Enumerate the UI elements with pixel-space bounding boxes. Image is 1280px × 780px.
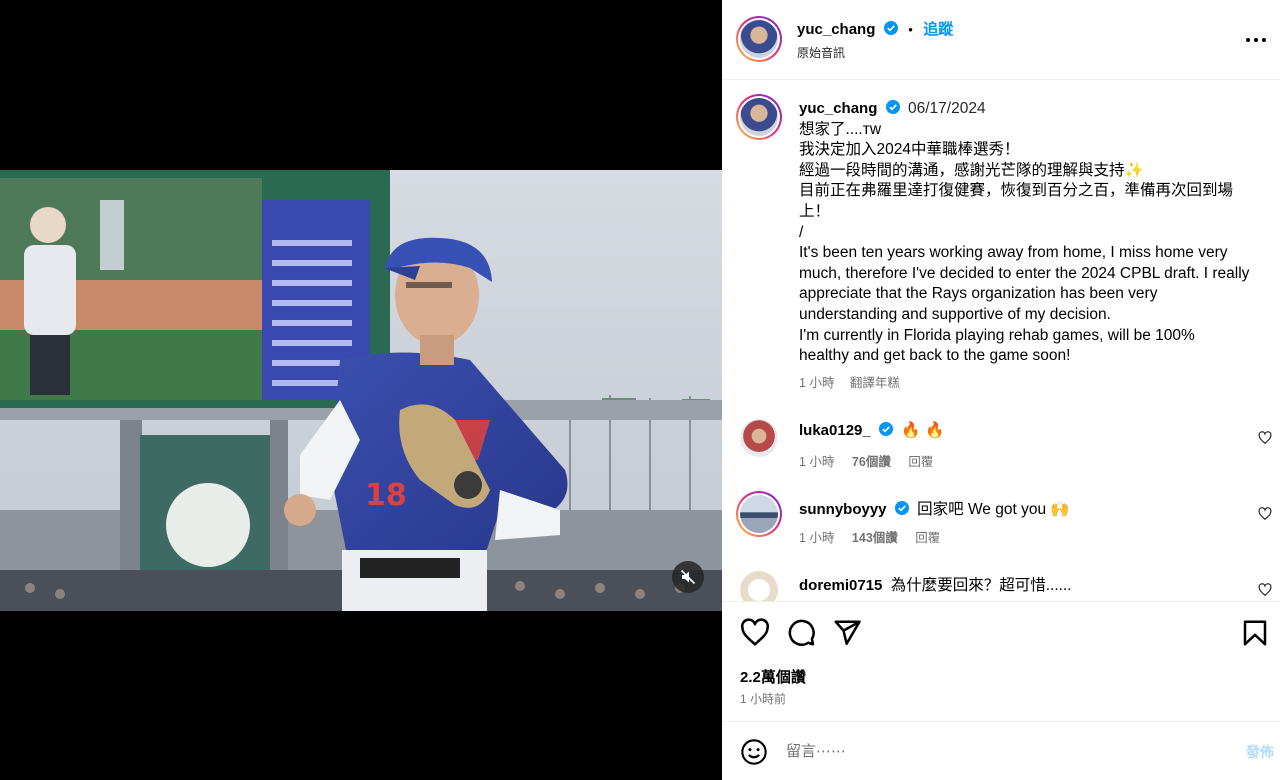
author-username[interactable]: yuc_chang: [797, 21, 875, 38]
commenter-avatar[interactable]: [736, 491, 782, 537]
caption-line: 想家了....ᴛᴡ: [799, 120, 882, 138]
post-sidebar: yuc_chang • 追蹤 原始音訊 yuc_chang 06/17/2024…: [722, 0, 1280, 780]
comment-item: doremi0715 為什麼要回來？超可惜......: [722, 571, 1280, 601]
comment-composer: 發佈: [722, 721, 1280, 780]
mute-button[interactable]: [672, 561, 704, 593]
comment-text: 🔥 🔥: [901, 422, 945, 439]
verified-badge-icon: [885, 100, 900, 114]
commenter-username[interactable]: doremi0715: [799, 577, 882, 594]
like-comment-icon[interactable]: [1258, 507, 1272, 521]
like-comment-icon[interactable]: [1258, 583, 1272, 597]
commenter-username[interactable]: sunnyboyyy: [799, 501, 887, 518]
caption-line: 經過一段時間的溝通，感謝光芒隊的理解與支持✨: [799, 161, 1144, 179]
caption-line: much, therefore I've decided to enter th…: [799, 264, 1250, 282]
emoji-icon[interactable]: [740, 738, 768, 766]
commenter-avatar[interactable]: [740, 571, 778, 601]
post-header: yuc_chang • 追蹤 原始音訊: [722, 0, 1280, 80]
caption-line: /: [799, 223, 804, 241]
comments-list[interactable]: yuc_chang 06/17/2024 想家了....ᴛᴡ 我決定加入2024…: [722, 81, 1280, 601]
commenter-avatar[interactable]: [740, 419, 778, 457]
post-date: 06/17/2024: [908, 100, 986, 117]
svg-text:18: 18: [365, 478, 407, 513]
caption-line: healthy and get back to the game soon!: [799, 347, 1071, 365]
commenter-username[interactable]: luka0129_: [799, 422, 871, 439]
post-video[interactable]: 18: [0, 170, 722, 611]
comment-text: 回家吧 We got you 🙌: [917, 501, 1070, 518]
caption: yuc_chang 06/17/2024 想家了....ᴛᴡ 我決定加入2024…: [799, 99, 1267, 393]
comment-text: 為什麼要回來？超可惜......: [890, 577, 1072, 594]
posted-time: 1 小時前: [740, 692, 787, 706]
audio-label[interactable]: 原始音訊: [797, 44, 845, 61]
more-options-icon[interactable]: [1244, 30, 1268, 50]
action-bar: 2.2萬個讚 1 小時前: [722, 601, 1280, 721]
follow-button[interactable]: 追蹤: [923, 21, 953, 38]
caption-line: appreciate that the Rays organization ha…: [799, 285, 1158, 303]
separator-dot: •: [908, 22, 913, 37]
caption-line: 上！: [799, 202, 831, 220]
share-icon[interactable]: [832, 618, 862, 648]
caption-time: 1 小時: [799, 375, 835, 390]
verified-badge-icon: [879, 422, 894, 436]
reply-button[interactable]: 回覆: [908, 455, 933, 469]
comment-item: sunnyboyyy 回家吧 We got you 🙌 1 小時 143個讚 回…: [722, 491, 1280, 557]
reply-button[interactable]: 回覆: [915, 531, 940, 545]
comment-icon[interactable]: [786, 618, 816, 648]
caption-line: 我決定加入2024中華職棒選秀！: [799, 141, 1020, 159]
comment-time: 1 小時: [799, 455, 835, 469]
save-bookmark-icon[interactable]: [1240, 618, 1270, 648]
likes-count[interactable]: 2.2萬個讚: [740, 666, 806, 687]
comment-time: 1 小時: [799, 531, 835, 545]
media-pane: 18: [0, 0, 722, 780]
caption-line: understanding and supportive of my decis…: [799, 305, 1111, 323]
author-avatar[interactable]: [736, 16, 782, 62]
caption-line: 目前正在弗羅里達打復健賽，恢復到百分之百，準備再次回到場: [799, 182, 1234, 200]
comment-like-count[interactable]: 76個讚: [852, 455, 891, 469]
muted-speaker-icon: [680, 569, 696, 585]
like-icon[interactable]: [740, 618, 770, 648]
verified-badge-icon: [883, 21, 898, 35]
verified-badge-icon: [894, 501, 909, 515]
caption-author-avatar[interactable]: [736, 94, 782, 140]
comment-input[interactable]: [786, 736, 1226, 766]
translate-link[interactable]: 翻譯年糕: [850, 376, 900, 390]
like-comment-icon[interactable]: [1258, 431, 1272, 445]
caption-line: It's been ten years working away from ho…: [799, 244, 1228, 262]
caption-line: I'm currently in Florida playing rehab g…: [799, 326, 1195, 344]
caption-username[interactable]: yuc_chang: [799, 100, 877, 117]
comment-like-count[interactable]: 143個讚: [852, 531, 898, 545]
comment-item: luka0129_ 🔥 🔥 1 小時 76個讚 回覆: [722, 419, 1280, 481]
post-comment-button[interactable]: 發佈: [1246, 742, 1274, 762]
video-frame: 18: [0, 170, 722, 611]
